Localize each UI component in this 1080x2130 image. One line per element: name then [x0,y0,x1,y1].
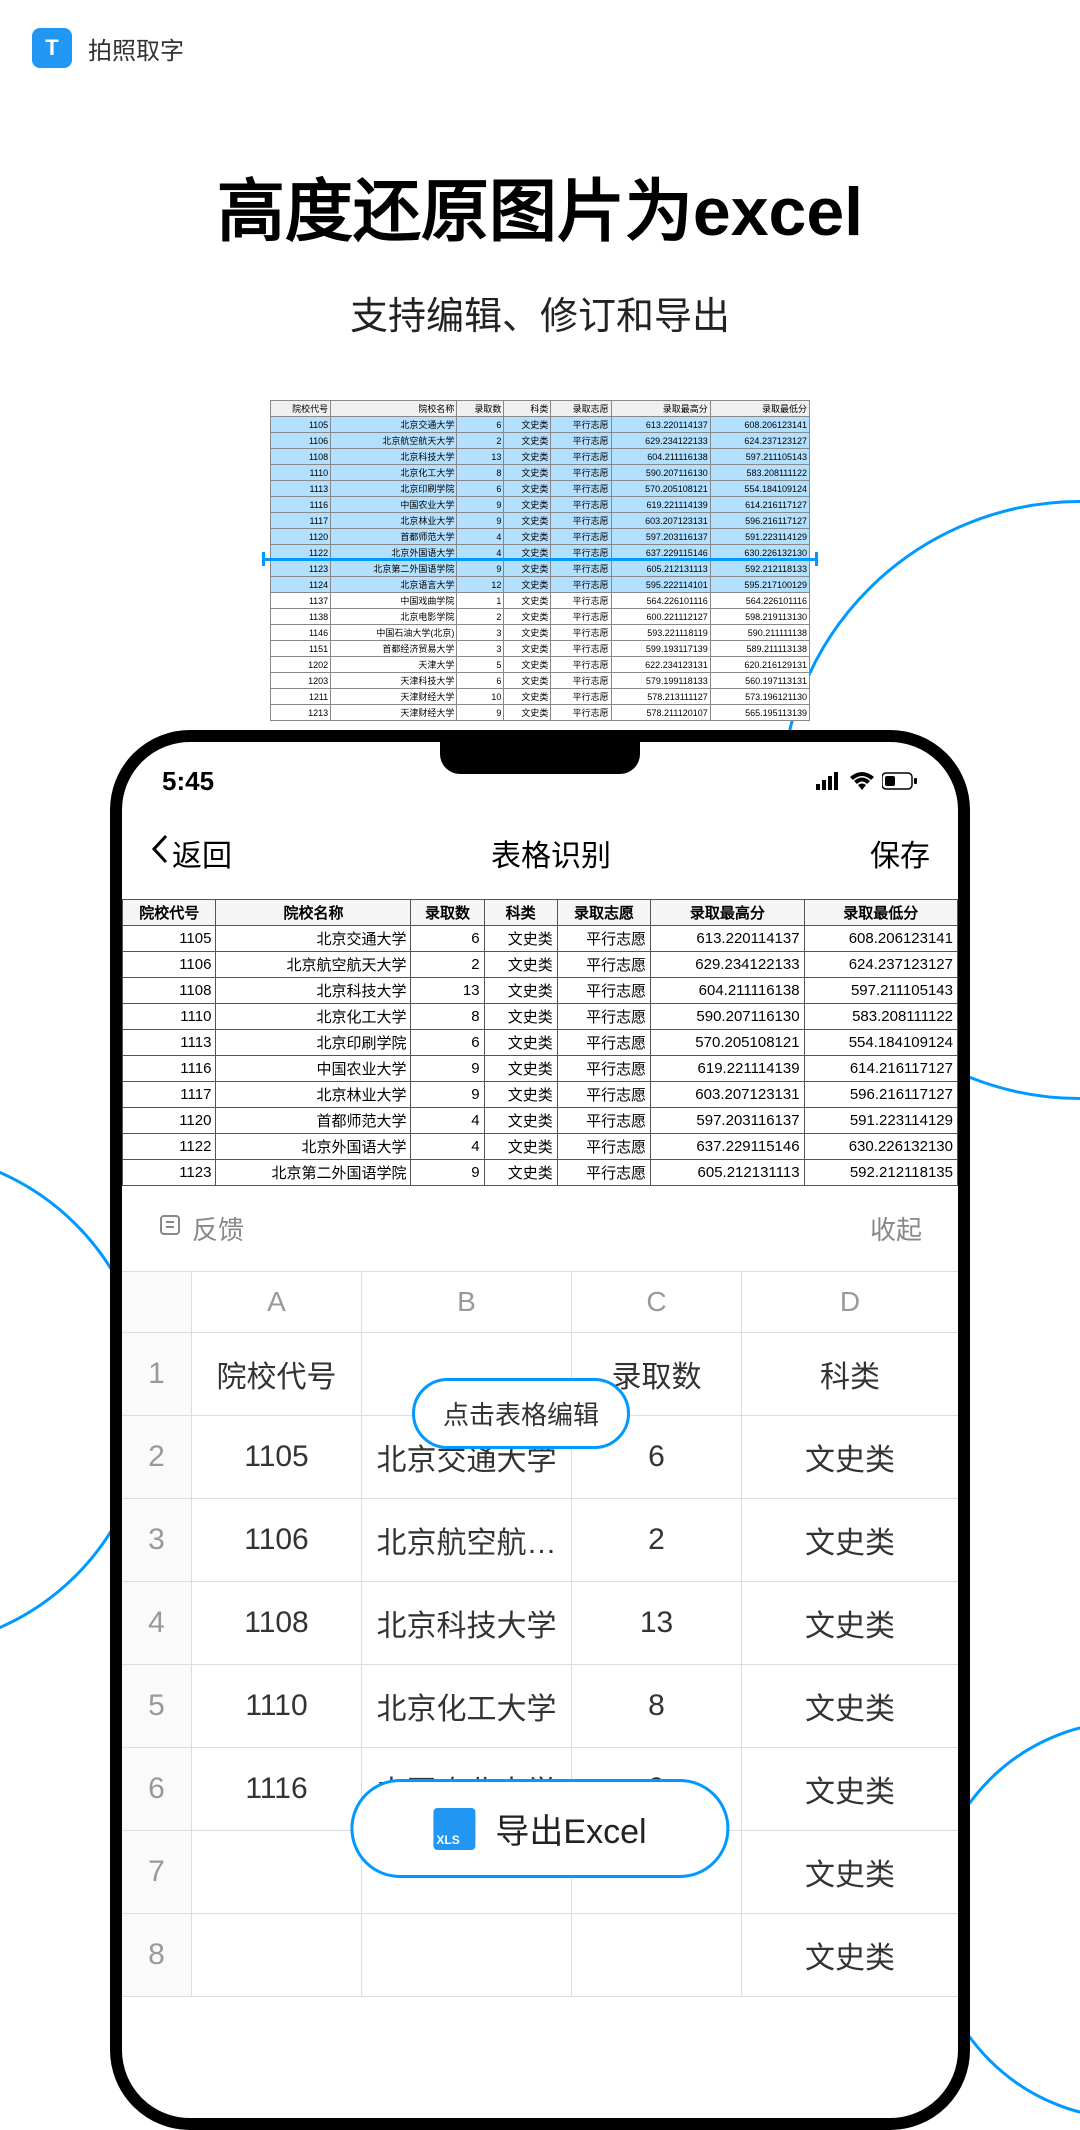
sheet-cell[interactable]: 13 [572,1582,742,1664]
sheet-cell[interactable] [192,1831,362,1913]
status-time: 5:45 [162,766,214,797]
app-name: 拍照取字 [88,31,184,66]
back-label: 返回 [172,831,232,875]
chevron-left-icon [150,834,170,872]
scan-line [262,558,818,561]
scan-preview: 院校代号院校名称录取数科类录取志愿录取最高分录取最低分1105北京交通大学6文史… [270,400,810,721]
app-header: T 拍照取字 [0,0,1080,96]
collapse-button[interactable]: 收起 [870,1210,922,1247]
feedback-row: 反馈 收起 [122,1186,958,1271]
phone-notch [440,742,640,774]
sheet-cell[interactable]: 文史类 [742,1582,958,1664]
feedback-icon [158,1213,182,1244]
sheet-cell[interactable]: 北京科技大学 [362,1582,572,1664]
sheet-cell[interactable]: 文史类 [742,1914,958,1996]
export-label: 导出Excel [495,1804,646,1853]
sheet-cell[interactable] [192,1914,362,1996]
sheet-cell[interactable]: 1105 [192,1416,362,1498]
feedback-label: 反馈 [192,1210,244,1247]
wifi-icon [850,766,874,797]
sheet-cell[interactable]: 文史类 [742,1499,958,1581]
sheet-cell[interactable]: 8 [572,1665,742,1747]
sheet-cell[interactable]: 北京化工大学 [362,1665,572,1747]
sheet-cell[interactable]: 文史类 [742,1748,958,1830]
signal-icon [816,766,842,797]
sheet-cell[interactable]: 文史类 [742,1416,958,1498]
back-button[interactable]: 返回 [150,831,232,875]
app-icon: T [32,28,72,68]
sheet-cell[interactable]: 文史类 [742,1665,958,1747]
nav-bar: 返回 表格识别 保存 [122,807,958,899]
sheet-cell[interactable] [362,1914,572,1996]
col-header: B [362,1272,572,1332]
sheet-cell[interactable]: 1108 [192,1582,362,1664]
sheet-cell[interactable]: 1106 [192,1499,362,1581]
hero-subtitle: 支持编辑、修订和导出 [0,285,1080,340]
sheet-cell[interactable]: 院校代号 [192,1333,362,1415]
sheet-cell[interactable]: 1116 [192,1748,362,1830]
save-button[interactable]: 保存 [870,831,930,875]
battery-icon [882,766,918,797]
export-excel-button[interactable]: XLS 导出Excel [350,1779,729,1878]
col-header: D [742,1272,958,1332]
detected-table: 院校代号院校名称录取数科类录取志愿录取最高分录取最低分1105北京交通大学6文史… [122,899,958,1186]
sheet-cell[interactable]: 2 [572,1499,742,1581]
sheet-cell[interactable]: 文史类 [742,1831,958,1913]
hero-title: 高度还原图片为excel [0,156,1080,255]
page-title: 表格识别 [491,831,611,875]
sheet-cell[interactable]: 北京航空航… [362,1499,572,1581]
sheet-cell[interactable]: 科类 [742,1333,958,1415]
xls-icon: XLS [433,1808,475,1850]
sheet-cell[interactable] [572,1914,742,1996]
phone-mockup: 5:45 返回 表格识别 保存 院校代号院校名称录取数科类录取志愿录取最高分录取… [110,730,970,2130]
sheet-cell[interactable]: 1110 [192,1665,362,1747]
feedback-button[interactable]: 反馈 [158,1210,244,1247]
col-header: C [572,1272,742,1332]
col-header: A [192,1272,362,1332]
edit-hint-bubble: 点击表格编辑 [412,1378,630,1449]
